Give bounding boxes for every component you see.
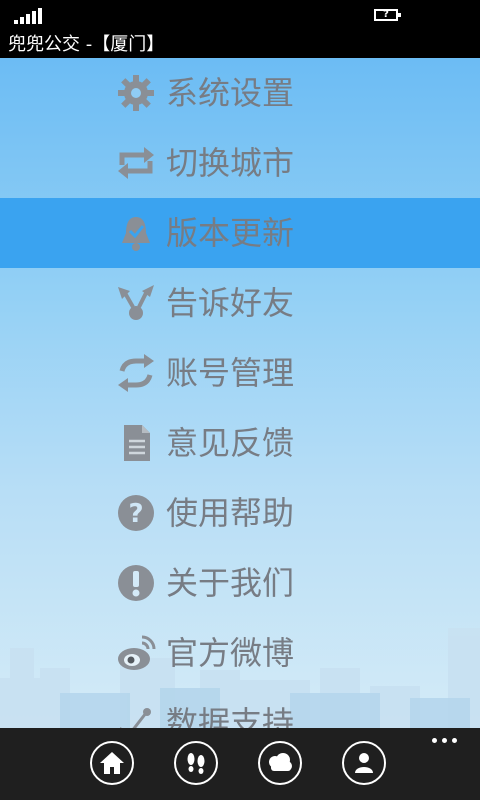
battery-icon: ? — [374, 9, 401, 21]
document-icon — [124, 425, 150, 461]
menu-item-label: 数据支持 — [166, 704, 295, 728]
menu-item-label: 告诉好友 — [166, 284, 295, 322]
menu-item-official-weibo[interactable]: 官方微博 — [0, 618, 480, 688]
menu-item-label: 意见反馈 — [166, 424, 295, 462]
menu-item-account-management[interactable]: 账号管理 — [0, 338, 480, 408]
user-icon — [355, 753, 373, 773]
svg-text:?: ? — [128, 499, 143, 529]
status-bar: ? — [0, 0, 480, 32]
footprints-button[interactable] — [174, 741, 218, 785]
menu-item-about-us[interactable]: 关于我们 — [0, 548, 480, 618]
menu-item-feedback[interactable]: 意见反馈 — [0, 408, 480, 478]
home-icon — [100, 752, 124, 774]
sync-icon — [118, 354, 154, 392]
menu-item-label: 账号管理 — [166, 354, 295, 392]
more-options-icon[interactable] — [432, 738, 458, 744]
settings-menu: 系统设置 切换城市 版本更新 告诉好友 账号管理 意见反馈 ? 使用帮助 关于我… — [0, 58, 480, 728]
gear-icon — [118, 75, 154, 111]
switch-arrows-icon — [118, 147, 154, 179]
share-icon — [118, 285, 154, 320]
weibo-icon — [118, 635, 156, 670]
menu-item-label: 关于我们 — [166, 564, 295, 602]
app-bar — [0, 728, 480, 800]
menu-item-label: 使用帮助 — [166, 494, 295, 532]
user-button[interactable] — [342, 741, 386, 785]
menu-item-label: 切换城市 — [166, 144, 295, 182]
menu-item-label: 版本更新 — [166, 214, 295, 252]
home-button[interactable] — [90, 741, 134, 785]
menu-item-tell-friends[interactable]: 告诉好友 — [0, 268, 480, 338]
menu-item-label: 官方微博 — [166, 634, 295, 672]
menu-item-label: 系统设置 — [166, 74, 295, 112]
menu-item-version-update[interactable]: 版本更新 — [0, 198, 480, 268]
menu-item-data-support[interactable]: 数据支持 — [0, 688, 480, 728]
menu-item-help[interactable]: ? 使用帮助 — [0, 478, 480, 548]
menu-item-system-settings[interactable]: 系统设置 — [0, 58, 480, 128]
menu-item-switch-city[interactable]: 切换城市 — [0, 128, 480, 198]
weather-icon — [269, 753, 292, 771]
help-icon: ? — [118, 495, 154, 531]
footprints-icon — [187, 753, 205, 774]
app-title: 兜兜公交 -【厦门】 — [0, 32, 480, 58]
satellite-icon — [120, 708, 151, 728]
bell-icon — [122, 217, 150, 251]
weather-button[interactable] — [258, 741, 302, 785]
signal-strength-icon — [14, 8, 44, 24]
exclamation-icon — [118, 565, 154, 601]
